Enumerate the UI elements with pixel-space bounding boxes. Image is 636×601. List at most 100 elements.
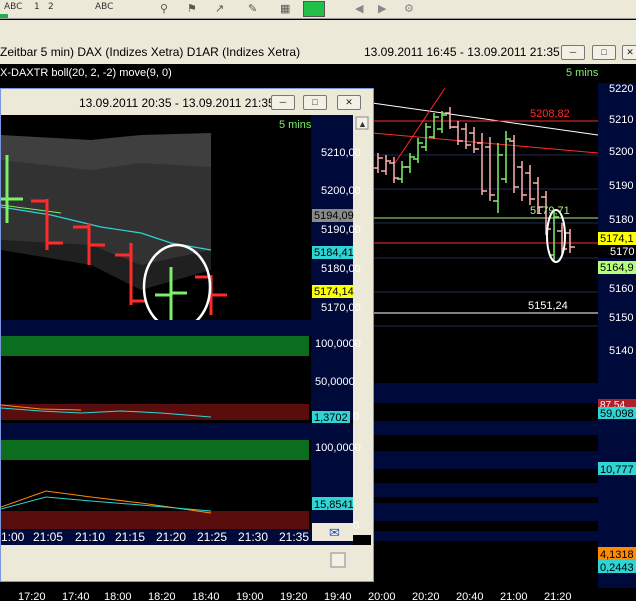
- osc2-overbought-zone: [1, 440, 309, 460]
- main-ind-tag-4-text: 4,1318: [600, 549, 634, 561]
- osc1-overbought-zone: [1, 336, 309, 356]
- inner-tag-upper-text: 5194,09: [314, 210, 354, 222]
- toolbar-item-1[interactable]: 1: [34, 2, 40, 15]
- main-time-tick: 20:40: [456, 591, 484, 601]
- inner-interval: 5 mins: [279, 119, 312, 131]
- main-label-mid: 5179,71: [530, 205, 570, 217]
- main-separator-5: [372, 503, 598, 521]
- chevron-up-icon: ▲: [358, 119, 367, 129]
- search-icon[interactable]: ⚲: [160, 2, 172, 15]
- inner-maximize-button[interactable]: □: [303, 95, 327, 110]
- osc1-axis-tick: 50,0000: [315, 376, 355, 388]
- main-maximize-button[interactable]: □: [592, 45, 616, 60]
- main-price-tick: 5210: [609, 114, 633, 126]
- osc2-value-text: 15,8541: [314, 499, 354, 511]
- main-label-low: 5151,24: [528, 300, 568, 312]
- main-separator-1: [372, 383, 598, 403]
- main-time-tick: 18:00: [104, 591, 132, 601]
- main-time-tick: 18:20: [148, 591, 176, 601]
- inner-time-tick: 21:25: [197, 530, 227, 544]
- inner-time-tick: 1:00: [1, 530, 25, 544]
- main-indicator-line: X-DAXTR boll(20, 2, -2) move(9, 0): [0, 67, 172, 79]
- main-time-tick: 20:00: [368, 591, 396, 601]
- main-close-button[interactable]: ✕: [622, 45, 636, 60]
- main-window-titlebar: Zeitbar 5 min) DAX (Indizes Xetra) D1AR …: [0, 40, 636, 64]
- osc1-axis-tick: 100,0000: [315, 338, 361, 350]
- main-ind-tag-3-text: 10,777: [600, 464, 634, 476]
- main-price-tick: 5180: [609, 214, 633, 226]
- main-time-tick: 18:40: [192, 591, 220, 601]
- tool-icon[interactable]: ⚙: [404, 2, 416, 15]
- main-separator-6: [372, 531, 598, 541]
- green-toggle-icon[interactable]: [303, 1, 325, 17]
- main-tag-ask-text: 5164,9: [600, 262, 634, 274]
- inner-time-tick: 21:05: [33, 530, 63, 544]
- main-time-tick: 19:40: [324, 591, 352, 601]
- inner-price-tick: 5200,00: [321, 185, 361, 197]
- inner-price-tick: 5210,00: [321, 147, 361, 159]
- main-interval: 5 mins: [566, 67, 599, 79]
- main-window-title: Zeitbar 5 min) DAX (Indizes Xetra) D1AR …: [0, 45, 301, 59]
- main-price-axis-bg: [598, 83, 636, 601]
- main-tag-bid-text: 5170: [610, 246, 634, 258]
- osc2-axis-tick: 100,0000: [315, 442, 361, 454]
- inner-chart-window[interactable]: 13.09.2011 20:35 - 13.09.2011 21:35 ─ □ …: [0, 88, 374, 582]
- inner-price-tick: 5180,00: [321, 263, 361, 275]
- main-separator-4: [372, 483, 598, 497]
- inner-time-tick: 21:35: [279, 530, 309, 544]
- grid-icon[interactable]: ▦: [280, 2, 292, 15]
- inner-window-range: 13.09.2011 20:35 - 13.09.2011 21:35: [79, 96, 275, 110]
- main-price-tick: 5140: [609, 345, 633, 357]
- main-ind-tag-2-text: 59,098: [600, 408, 634, 420]
- inner-minimize-button[interactable]: ─: [271, 95, 295, 110]
- main-minimize-button[interactable]: ─: [561, 45, 585, 60]
- inner-close-button[interactable]: ✕: [337, 95, 361, 110]
- flag-icon[interactable]: ⚑: [187, 2, 199, 15]
- main-time-tick: 21:00: [500, 591, 528, 601]
- inner-window-titlebar[interactable]: 13.09.2011 20:35 - 13.09.2011 21:35 ─ □ …: [1, 89, 373, 115]
- main-time-axis-bg: [0, 588, 636, 601]
- inner-tag-middle-text: 5184,41: [314, 247, 354, 259]
- main-price-tick: 5200: [609, 146, 633, 158]
- inner-bottom-strip: [1, 545, 371, 581]
- inner-time-tick: 21:15: [115, 530, 145, 544]
- back-icon[interactable]: ◀: [355, 2, 367, 15]
- main-label-high: 5208,82: [530, 108, 570, 120]
- main-price-tick: 5160: [609, 283, 633, 295]
- osc2-oversold-zone: [1, 511, 309, 529]
- main-time-tick: 21:20: [544, 591, 572, 601]
- inner-price-tick: 5170,00: [321, 302, 361, 314]
- inner-time-tick: 21:20: [156, 530, 186, 544]
- main-price-tick: 5150: [609, 312, 633, 324]
- inner-resize-handle[interactable]: [330, 552, 346, 568]
- inner-time-tick: 21:10: [75, 530, 105, 544]
- forward-icon[interactable]: ▶: [378, 2, 390, 15]
- main-time-tick: 17:20: [18, 591, 46, 601]
- main-price-tick: 5190: [609, 180, 633, 192]
- main-separator-3: [372, 451, 598, 469]
- arrow-icon[interactable]: ↗: [215, 2, 227, 15]
- main-time-tick: 19:20: [280, 591, 308, 601]
- inner-tag-current-text: 5174,14: [314, 286, 354, 298]
- main-time-tick: 19:00: [236, 591, 264, 601]
- main-price-axis: 5220 5210 5200 5190 5180 5160 5150 5140: [609, 83, 633, 357]
- main-price-tick: 5220: [609, 83, 633, 95]
- inner-price-tick: 5190,00: [321, 224, 361, 236]
- main-tag-current-text: 5174,1: [600, 233, 634, 245]
- green-status-button[interactable]: [0, 14, 8, 18]
- workspace-strip: [0, 20, 636, 40]
- inner-chart: ▲ 5 mins 5210,00 5200,00 5190,00 5180,00…: [1, 115, 371, 581]
- pin-icon[interactable]: ✉: [329, 525, 340, 540]
- main-separator-2: [372, 421, 598, 435]
- inner-time-tick: 21:30: [238, 530, 268, 544]
- toolbar-item-abc-2[interactable]: ABC: [95, 2, 113, 15]
- toolbar-item-2[interactable]: 2: [48, 2, 54, 15]
- osc1-value-text: 1,3702: [314, 412, 348, 424]
- main-toolbar: ABC 1 2 ABC ⚲ ⚑ ↗ ✎ ▦ ◀ ▶ ⚙: [0, 0, 636, 19]
- main-window-range: 13.09.2011 16:45 - 13.09.2011 21:35: [364, 45, 560, 59]
- main-time-tick: 20:20: [412, 591, 440, 601]
- osc2-axis-tick: 0: [353, 520, 359, 532]
- inner-vertical-scrollbar: [353, 115, 371, 535]
- pen-icon[interactable]: ✎: [248, 2, 260, 15]
- osc1-axis-tick: 0: [353, 411, 359, 423]
